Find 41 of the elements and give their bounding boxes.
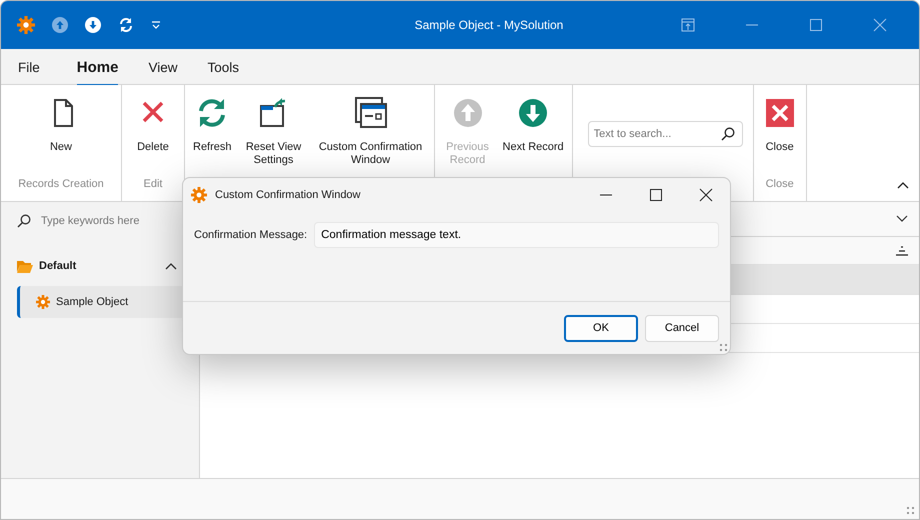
windows-icon xyxy=(352,95,389,131)
refresh-icon[interactable] xyxy=(118,17,134,33)
gear-icon xyxy=(191,187,207,203)
text-field[interactable]: Confirmation message text. xyxy=(314,222,719,248)
gear-icon xyxy=(17,16,35,34)
search-icon[interactable] xyxy=(17,214,31,228)
resize-grip-icon xyxy=(907,507,915,515)
chevron-down-icon[interactable] xyxy=(896,215,908,223)
folder-icon xyxy=(17,260,33,272)
ribbon-button[interactable]: Next Record xyxy=(498,95,569,154)
dialog-title: Custom Confirmation Window xyxy=(215,189,362,201)
chevron-up-icon[interactable] xyxy=(165,262,177,270)
ribbon-button[interactable]: Custom Confirmation Window xyxy=(310,95,431,167)
search-field[interactable]: Type keywords here xyxy=(41,213,171,229)
group-label: Default xyxy=(39,260,78,272)
window-title: Sample Object - MySolution xyxy=(414,18,564,32)
dialog-button[interactable]: Cancel xyxy=(645,314,719,342)
ribbon-button[interactable]: Close xyxy=(756,95,803,154)
ribbon-button[interactable]: Reset View Settings xyxy=(236,95,311,167)
ribbon-button[interactable]: Refresh xyxy=(188,95,237,154)
arrow-down-circle-icon[interactable] xyxy=(85,17,101,33)
field-label: Confirmation Message: xyxy=(194,228,308,243)
sort-icon[interactable] xyxy=(896,246,908,256)
resize-grip-icon xyxy=(720,344,728,352)
dialog-button[interactable]: OK xyxy=(564,314,638,342)
search-field[interactable]: Text to search... xyxy=(588,121,743,147)
ribbon-button[interactable]: Delete xyxy=(130,95,176,154)
dropdown-icon[interactable] xyxy=(151,21,161,29)
close-icon[interactable] xyxy=(699,188,713,202)
ribbon-button[interactable]: New xyxy=(38,95,84,154)
pin-window-icon[interactable] xyxy=(681,18,695,32)
group-caption: Edit xyxy=(144,177,162,192)
search-icon[interactable] xyxy=(720,127,735,141)
group-caption: Close xyxy=(764,177,795,192)
group-caption: Records Creation xyxy=(18,177,104,192)
menu-tab[interactable]: File xyxy=(18,52,40,86)
menu-tab[interactable]: View xyxy=(148,52,178,86)
chevron-up-icon[interactable] xyxy=(897,181,909,189)
gear-icon xyxy=(36,295,50,309)
maximize-icon[interactable] xyxy=(649,188,663,202)
menu-tab[interactable]: Tools xyxy=(207,52,239,86)
